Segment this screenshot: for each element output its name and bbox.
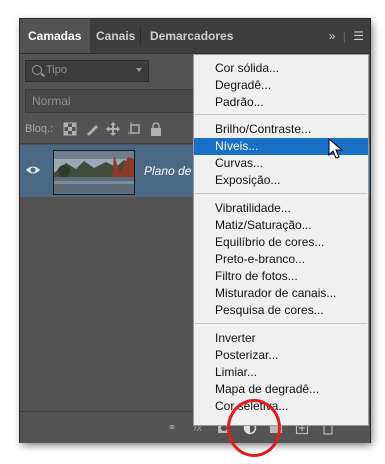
link-icon[interactable]: ⚭ <box>165 421 179 435</box>
menu-item-label: Inverter <box>215 331 256 345</box>
layer-name: Plano de <box>144 164 192 178</box>
tab-demarcadores[interactable]: Demarcadores <box>141 19 246 53</box>
menu-item-cor-seletiva[interactable]: Cor seletiva... <box>194 398 368 415</box>
lock-label: Bloq.: <box>25 123 54 135</box>
panel-controls: » | ☰ <box>328 29 364 43</box>
menu-item-label: Preto-e-branco... <box>215 252 306 266</box>
menu-item-posterizar[interactable]: Posterizar... <box>194 347 368 364</box>
hamburger-menu-icon[interactable]: ☰ <box>353 29 364 43</box>
lock-all-icon[interactable] <box>149 122 163 136</box>
menu-item-label: Misturador de canais... <box>215 286 337 300</box>
menu-item-preto-e-branco[interactable]: Preto-e-branco... <box>194 251 368 268</box>
menu-item-exposicao[interactable]: Exposição... <box>194 172 368 189</box>
layer-filter-dropdown[interactable]: Tipo <box>25 60 149 82</box>
menu-item-label: Níveis... <box>215 139 259 153</box>
menu-item-label: Vibratilidade... <box>215 201 291 215</box>
blend-mode-dropdown[interactable]: Normal <box>25 89 207 113</box>
menu-item-label: Pesquisa de cores... <box>215 303 324 317</box>
menu-separator <box>195 193 367 194</box>
menu-item-equilibrio-de-cores[interactable]: Equilíbrio de cores... <box>194 234 368 251</box>
menu-item-label: Curvas... <box>215 156 264 170</box>
menu-item-label: Cor sólida... <box>215 61 280 75</box>
tab-canais-label: Canais <box>96 29 136 43</box>
menu-item-cor-solida[interactable]: Cor sólida... <box>194 60 368 77</box>
filter-value: Tipo <box>46 64 67 76</box>
menu-item-padrao[interactable]: Padrão... <box>194 94 368 111</box>
menu-item-pesquisa-de-cores[interactable]: Pesquisa de cores... <box>194 302 368 319</box>
search-icon <box>32 65 42 75</box>
menu-item-label: Mapa de degradê... <box>215 382 320 396</box>
menu-item-inverter[interactable]: Inverter <box>194 330 368 347</box>
tab-camadas-label: Camadas <box>28 29 82 43</box>
menu-item-matiz-saturacao[interactable]: Matiz/Saturação... <box>194 217 368 234</box>
menu-item-label: Degradê... <box>215 78 272 92</box>
menu-item-label: Matiz/Saturação... <box>215 218 312 232</box>
lock-transparency-icon[interactable] <box>63 122 77 136</box>
menu-item-label: Exposição... <box>215 173 281 187</box>
menu-item-filtro-de-fotos[interactable]: Filtro de fotos... <box>194 268 368 285</box>
tab-camadas[interactable]: Camadas <box>20 19 90 53</box>
mouse-cursor-icon <box>328 138 344 159</box>
menu-item-label: Brilho/Contraste... <box>215 122 312 136</box>
blend-mode-value: Normal <box>32 94 71 108</box>
lock-pixels-icon[interactable] <box>85 122 99 136</box>
artboard-icon[interactable] <box>128 122 142 136</box>
menu-item-limiar[interactable]: Limiar... <box>194 364 368 381</box>
menu-item-vibratilidade[interactable]: Vibratilidade... <box>194 200 368 217</box>
menu-item-mapa-de-degrade[interactable]: Mapa de degradê... <box>194 381 368 398</box>
menu-item-label: Filtro de fotos... <box>215 269 298 283</box>
menu-item-misturador-de-canais[interactable]: Misturador de canais... <box>194 285 368 302</box>
menu-item-degrade[interactable]: Degradê... <box>194 77 368 94</box>
tab-bar: Camadas Canais Demarcadores » | ☰ <box>20 19 370 54</box>
menu-item-brilho-contraste[interactable]: Brilho/Contraste... <box>194 121 368 138</box>
menu-separator <box>195 114 367 115</box>
tab-demarcadores-label: Demarcadores <box>150 29 234 43</box>
eye-icon[interactable] <box>26 163 40 177</box>
menu-item-label: Posterizar... <box>215 348 279 362</box>
menu-item-label: Equilíbrio de cores... <box>215 235 325 249</box>
layer-thumbnail[interactable] <box>53 150 135 195</box>
menu-item-label: Limiar... <box>215 365 258 379</box>
adjustment-layer-menu: Cor sólida... Degradê... Padrão... Brilh… <box>193 54 369 426</box>
tab-canais[interactable]: Canais <box>90 19 140 53</box>
menu-item-label: Padrão... <box>215 95 264 109</box>
double-chevron-right-icon[interactable]: » <box>329 29 336 43</box>
highlight-circle-annotation <box>227 399 281 457</box>
chevron-down-icon <box>136 68 142 72</box>
lock-position-icon[interactable] <box>106 122 120 136</box>
menu-separator <box>195 323 367 324</box>
